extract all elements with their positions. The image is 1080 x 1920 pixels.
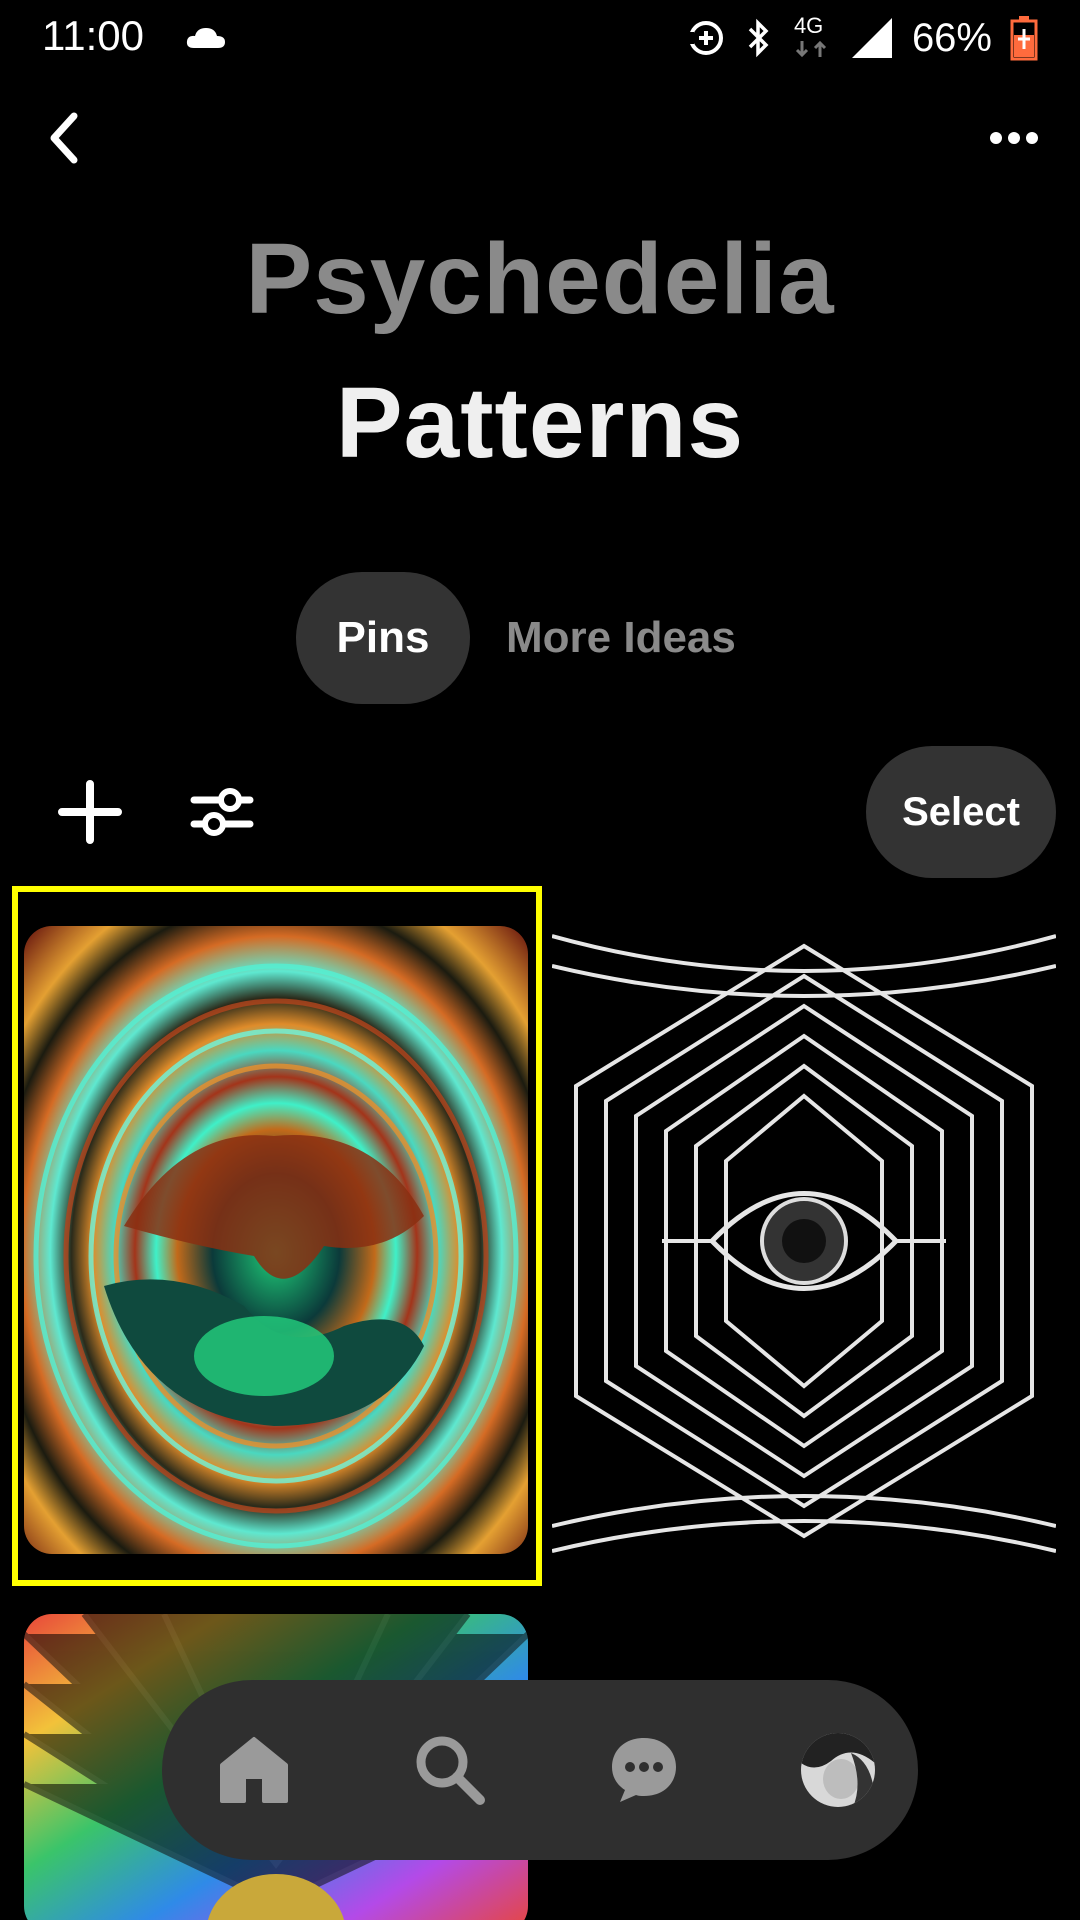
- nav-home[interactable]: [204, 1720, 304, 1820]
- nav-profile[interactable]: [788, 1720, 888, 1820]
- eye-lines-image: [552, 926, 1056, 1556]
- back-button[interactable]: [40, 108, 90, 168]
- bluetooth-icon: [748, 18, 769, 58]
- signal-icon: [851, 18, 892, 58]
- cloud-icon: [186, 28, 225, 48]
- more-dots-icon: [990, 132, 1038, 144]
- select-button[interactable]: Select: [866, 746, 1056, 878]
- tab-pins[interactable]: Pins: [296, 572, 470, 704]
- data-arrows-icon: 4G: [792, 13, 832, 61]
- search-icon: [416, 1736, 485, 1805]
- network-type: 4G: [793, 13, 824, 38]
- tab-more-ideas[interactable]: More Ideas: [506, 572, 736, 704]
- pin-eye-lines[interactable]: [552, 926, 1056, 1556]
- battery-percentage: 66%: [911, 15, 992, 60]
- nav-messages[interactable]: [594, 1720, 694, 1820]
- selection-highlight: [12, 886, 542, 1586]
- nav-search[interactable]: [400, 1720, 500, 1820]
- avatar: [801, 1733, 875, 1807]
- filter-button[interactable]: [190, 780, 254, 844]
- more-options-button[interactable]: [988, 126, 1040, 150]
- sync-icon: [685, 21, 723, 55]
- home-icon: [220, 1737, 288, 1803]
- board-title: Patterns: [335, 367, 745, 479]
- status-bar: 11:00 4G 66%: [0, 0, 1080, 76]
- chevron-left-icon: [50, 112, 78, 164]
- board-screen: 11:00 4G 66% Psychedelia Patterns Pins M…: [0, 0, 1080, 1920]
- bottom-nav: [162, 1680, 918, 1860]
- status-time: 11:00: [42, 12, 144, 59]
- status-icons: 4G 66%: [685, 12, 1038, 64]
- board-section-name[interactable]: Psychedelia: [0, 222, 1080, 337]
- battery-charging-icon: [1010, 16, 1038, 61]
- add-button[interactable]: [58, 780, 122, 844]
- sliders-icon: [190, 788, 254, 836]
- plus-icon: [58, 780, 122, 844]
- chat-bubble-icon: [612, 1738, 676, 1802]
